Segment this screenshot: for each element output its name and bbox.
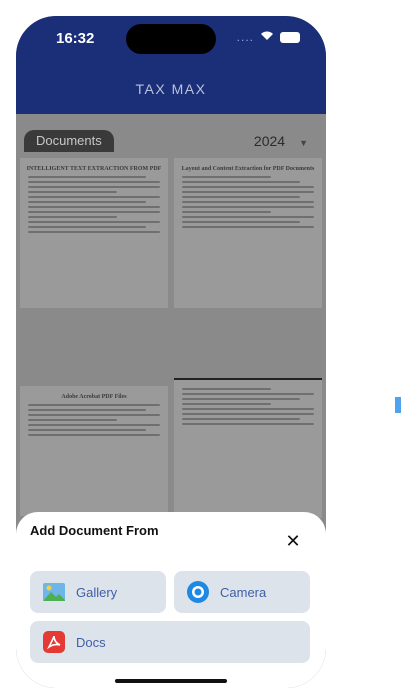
text-line: [182, 211, 271, 213]
gallery-option[interactable]: Gallery: [30, 571, 166, 613]
camera-icon: [186, 580, 210, 604]
text-line: [182, 216, 314, 218]
docs-label: Docs: [76, 634, 106, 650]
text-line: [28, 414, 160, 416]
text-line: [28, 196, 160, 198]
text-line: [182, 423, 314, 425]
text-line: [28, 216, 117, 218]
document-card[interactable]: [174, 378, 322, 518]
text-line: [182, 201, 314, 203]
home-indicator[interactable]: [115, 679, 227, 683]
text-line: [28, 201, 147, 203]
category-chip[interactable]: Documents: [24, 130, 114, 152]
dynamic-island: [126, 24, 216, 54]
text-line: [182, 398, 301, 400]
text-line: [182, 403, 271, 405]
document-title: INTELLIGENT TEXT EXTRACTION FROM PDF: [26, 166, 162, 172]
document-card[interactable]: Adobe Acrobat PDF Files: [20, 386, 168, 516]
app-title: TAX MAX: [135, 81, 207, 97]
camera-option[interactable]: Camera: [174, 571, 310, 613]
text-line: [182, 206, 314, 208]
gallery-icon: [42, 580, 66, 604]
status-time: 16:32: [56, 30, 95, 47]
docs-option[interactable]: Docs: [30, 621, 310, 663]
text-line: [28, 206, 160, 208]
text-line: [182, 413, 314, 415]
chevron-down-icon: ▼: [299, 138, 308, 148]
signal-icon: ....: [236, 30, 254, 44]
battery-icon: [280, 31, 300, 43]
text-line: [28, 419, 117, 421]
document-card[interactable]: Layout and Content Extraction for PDF Do…: [174, 158, 322, 308]
text-line: [28, 211, 160, 213]
year-select[interactable]: 2024 ▼: [254, 130, 308, 154]
text-line: [28, 221, 160, 223]
text-line: [182, 388, 271, 390]
status-icons: ....: [237, 30, 300, 44]
text-line: [28, 409, 147, 411]
app-header: TAX MAX: [16, 64, 326, 114]
document-title: Adobe Acrobat PDF Files: [61, 394, 127, 400]
wifi-icon: [260, 30, 274, 44]
text-line: [28, 191, 117, 193]
text-line: [182, 226, 314, 228]
text-line: [182, 196, 301, 198]
camera-label: Camera: [220, 584, 267, 600]
text-line: [182, 408, 314, 410]
close-icon[interactable]: ✕: [284, 531, 302, 551]
sheet-title: Add Document From: [30, 523, 159, 538]
text-line: [182, 176, 271, 178]
text-line: [28, 231, 160, 233]
text-line: [28, 404, 160, 406]
text-line: [28, 181, 160, 183]
document-card[interactable]: INTELLIGENT TEXT EXTRACTION FROM PDF: [20, 158, 168, 308]
document-title: Layout and Content Extraction for PDF Do…: [181, 166, 315, 172]
text-line: [28, 176, 147, 178]
text-line: [182, 418, 301, 420]
status-bar: 16:32 ....: [16, 16, 326, 64]
filter-row: Documents 2024 ▼: [24, 130, 316, 154]
side-marker: [395, 397, 401, 413]
text-line: [28, 429, 147, 431]
text-line: [182, 181, 301, 183]
text-line: [182, 191, 314, 193]
text-line: [28, 434, 160, 436]
pdf-icon: [42, 630, 66, 654]
year-value: 2024: [253, 133, 286, 149]
text-line: [182, 221, 301, 223]
phone-screen: 16:32 .... TAX MAX Documents 2024 ▼ INTEL…: [16, 16, 326, 688]
gallery-label: Gallery: [76, 584, 118, 600]
text-line: [28, 186, 160, 188]
add-document-sheet: Add Document From ✕ Gallery Camera Docs: [16, 512, 326, 688]
text-line: [28, 226, 147, 228]
text-line: [182, 393, 314, 395]
text-line: [28, 424, 160, 426]
text-line: [182, 186, 314, 188]
